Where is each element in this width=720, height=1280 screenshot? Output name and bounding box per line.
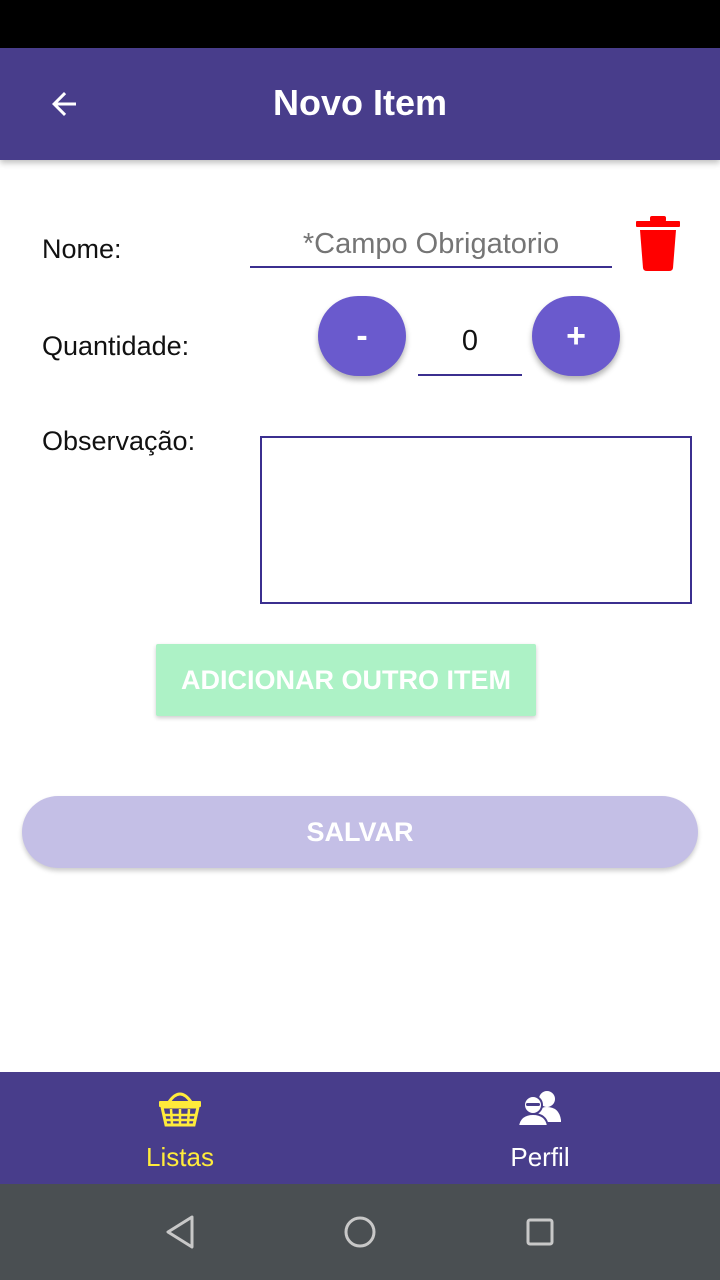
triangle-back-icon: [166, 1215, 194, 1249]
system-recents-button[interactable]: [520, 1212, 560, 1257]
name-input[interactable]: [250, 222, 612, 268]
page-title: Novo Item: [272, 82, 448, 123]
decrement-button[interactable]: -: [318, 296, 406, 376]
trash-icon: [636, 216, 680, 271]
users-icon: [517, 1091, 561, 1127]
observation-textarea[interactable]: [260, 436, 692, 604]
system-navigation-bar: [0, 1184, 720, 1280]
nav-label-perfil: Perfil: [510, 1142, 570, 1172]
nav-item-listas[interactable]: Listas: [0, 1072, 360, 1184]
square-recents-icon: [526, 1218, 554, 1246]
nav-item-perfil[interactable]: Perfil: [360, 1072, 720, 1184]
system-home-button[interactable]: [340, 1212, 380, 1257]
circle-home-icon: [344, 1216, 376, 1248]
basket-icon: [159, 1092, 201, 1127]
save-button[interactable]: SALVAR: [22, 796, 698, 868]
add-another-item-button[interactable]: ADICIONAR OUTRO ITEM: [156, 644, 536, 716]
app-bar: Novo Item: [0, 48, 720, 160]
name-label: Nome:: [42, 234, 122, 264]
nav-label-listas: Listas: [146, 1142, 214, 1172]
observation-label: Observação:: [42, 426, 196, 456]
quantity-label: Quantidade:: [42, 331, 190, 361]
status-bar: [0, 0, 720, 48]
quantity-input[interactable]: [418, 308, 522, 376]
system-back-button[interactable]: [160, 1212, 200, 1257]
delete-button[interactable]: [634, 214, 682, 272]
bottom-navigation: Listas Perfil: [0, 1072, 720, 1184]
increment-button[interactable]: +: [532, 296, 620, 376]
